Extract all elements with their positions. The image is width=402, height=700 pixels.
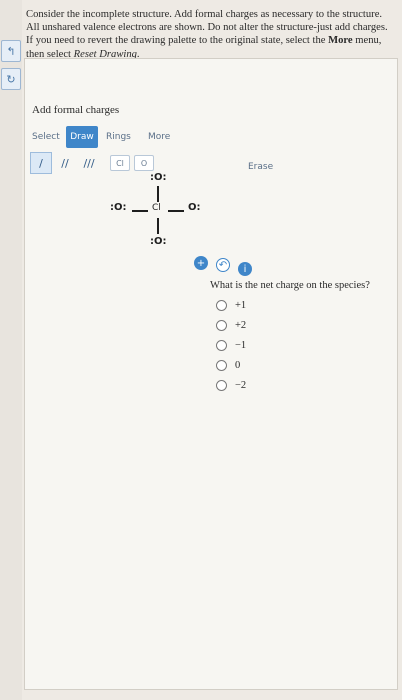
zoom-in-icon[interactable]: + (194, 256, 208, 270)
option-label: +1 (235, 300, 247, 311)
instructions-line-2-end: menu, (352, 35, 382, 47)
triple-bond-button[interactable]: /// (78, 152, 100, 174)
option-label: +2 (235, 320, 247, 331)
single-bond-button[interactable]: / (30, 152, 52, 174)
page: ↰ ↻ Consider the incomplete structure. A… (0, 0, 402, 700)
refresh-icon[interactable]: ↻ (1, 68, 21, 90)
option-plus-1[interactable]: +1 (216, 300, 246, 311)
bond-left (132, 210, 148, 212)
option-label: −1 (235, 340, 247, 351)
option-label: 0 (235, 360, 241, 371)
tab-more[interactable]: More (148, 126, 170, 148)
atom-o-top[interactable]: :O: (150, 172, 167, 183)
atom-o-right[interactable]: O: (188, 202, 201, 213)
question-text: What is the net charge on the species? (210, 280, 370, 291)
option-label: −2 (235, 380, 247, 391)
radio-zero[interactable] (216, 360, 227, 371)
editor-title: Add formal charges (32, 104, 120, 116)
tab-draw[interactable]: Draw (66, 126, 98, 148)
instructions: Consider the incomplete structure. Add f… (26, 8, 392, 61)
option-minus-2[interactable]: −2 (216, 380, 246, 391)
radio-minus-2[interactable] (216, 380, 227, 391)
bond-top (157, 186, 159, 202)
element-chip-cl[interactable]: Cl (110, 155, 130, 171)
bond-right (168, 210, 184, 212)
double-bond-button[interactable]: // (54, 152, 76, 174)
option-zero[interactable]: 0 (216, 360, 240, 371)
tab-select[interactable]: Select (32, 126, 60, 148)
radio-plus-1[interactable] (216, 300, 227, 311)
erase-button[interactable]: Erase (248, 162, 273, 172)
radio-plus-2[interactable] (216, 320, 227, 331)
option-plus-2[interactable]: +2 (216, 320, 246, 331)
undo-icon[interactable]: ↶ (216, 258, 230, 272)
radio-minus-1[interactable] (216, 340, 227, 351)
atom-o-left[interactable]: :O: (110, 202, 127, 213)
more-menu-ref: More (328, 35, 353, 47)
option-minus-1[interactable]: −1 (216, 340, 246, 351)
back-arrow-icon[interactable]: ↰ (1, 40, 21, 62)
bond-bottom (157, 218, 159, 234)
tab-rings[interactable]: Rings (106, 126, 131, 148)
info-icon[interactable]: i (238, 262, 252, 276)
atom-o-bottom[interactable]: :O: (150, 236, 167, 247)
left-gutter: ↰ ↻ (0, 0, 22, 700)
atom-cl-center[interactable]: Cl (152, 203, 161, 213)
element-chip-o[interactable]: O (134, 155, 154, 171)
